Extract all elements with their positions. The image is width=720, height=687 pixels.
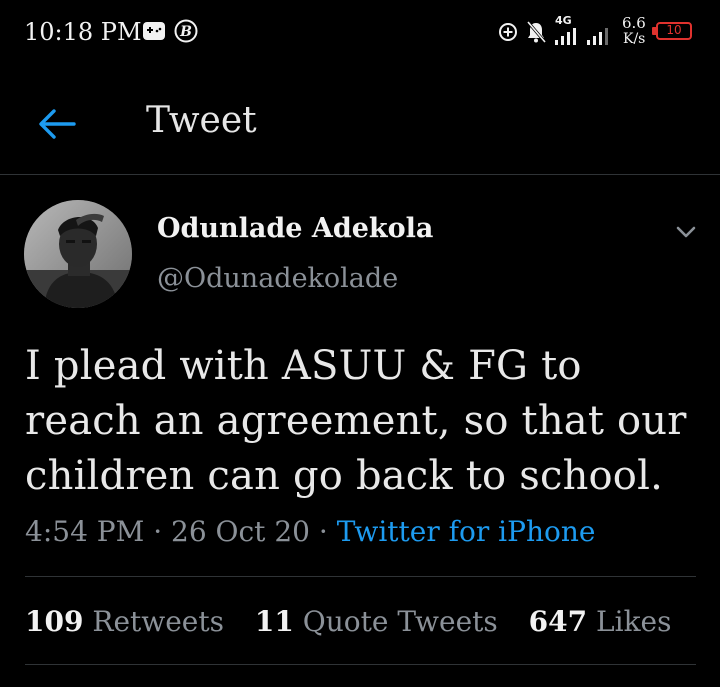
retweets-label: Retweets (92, 605, 224, 638)
divider (25, 576, 696, 577)
battery-icon: 10 (656, 22, 692, 40)
author-display-name[interactable]: Odunlade Adekola (157, 213, 433, 244)
quote-tweets-count: 11 (254, 605, 294, 638)
network-speed-value: 6.6 (622, 14, 646, 32)
quote-tweets-stat[interactable]: 11 Quote Tweets (255, 605, 498, 638)
retweets-stat[interactable]: 109 Retweets (25, 605, 224, 638)
svg-text:B: B (179, 24, 192, 40)
chevron-down-icon[interactable] (670, 220, 702, 244)
network-type: 4G (555, 14, 572, 27)
quote-tweets-label: Quote Tweets (302, 605, 498, 638)
tweet-time: 4:54 PM (25, 515, 145, 548)
battery-tip (652, 27, 656, 35)
bell-muted-icon (526, 21, 546, 43)
retweets-count: 109 (25, 605, 84, 638)
game-controller-icon (143, 22, 165, 40)
likes-label: Likes (596, 605, 672, 638)
tweet-stats: 109 Retweets 11 Quote Tweets 647 Likes (25, 605, 694, 638)
signal-icon (555, 28, 576, 45)
battery-level: 10 (666, 23, 682, 37)
network-speed-unit: K/s (623, 31, 646, 47)
tweet-meta: 4:54 PM · 26 Oct 20 · Twitter for iPhone (25, 515, 595, 548)
tweet-source-link[interactable]: Twitter for iPhone (337, 515, 596, 548)
signal-icon (587, 28, 608, 45)
b-circle-icon: B (174, 19, 198, 43)
status-bar: 10:18 PM B 4G 6.6 K/s 10 (0, 0, 720, 64)
meta-separator: · (153, 515, 163, 548)
tweet-text: I plead with ASUU & FG to reach an agree… (25, 343, 687, 499)
avatar[interactable] (24, 200, 132, 308)
app-header: Tweet (0, 64, 720, 175)
divider (25, 664, 696, 665)
author-handle[interactable]: @Odunadekolade (157, 263, 398, 294)
tweet-date: 26 Oct 20 (171, 515, 310, 548)
likes-stat[interactable]: 647 Likes (529, 605, 672, 638)
likes-count: 647 (528, 605, 588, 638)
arrow-left-icon[interactable] (30, 98, 82, 150)
avatar-image (24, 200, 132, 308)
meta-separator: · (318, 515, 328, 548)
page-title: Tweet (146, 100, 257, 141)
status-time: 10:18 PM (24, 18, 142, 46)
add-circle-icon (499, 23, 517, 41)
